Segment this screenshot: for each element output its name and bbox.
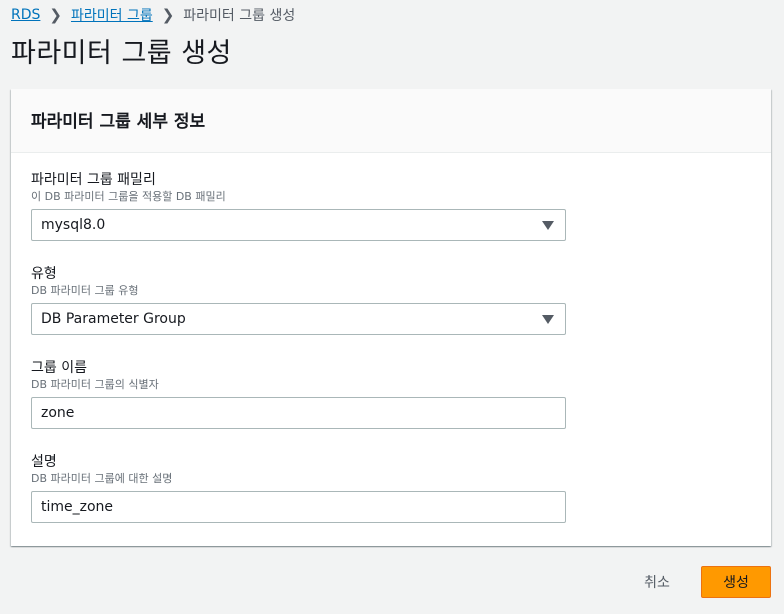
field-label: 그룹 이름 bbox=[31, 360, 87, 376]
breadcrumb-link-rds[interactable]: RDS bbox=[11, 7, 40, 23]
breadcrumb: RDS ❯ 파라미터 그룹 ❯ 파라미터 그룹 생성 bbox=[11, 5, 295, 25]
select-value: DB Parameter Group bbox=[41, 311, 186, 327]
field-label: 설명 bbox=[31, 454, 57, 470]
field-parameter-group-family: 파라미터 그룹 패밀리 이 DB 파라미터 그룹을 적용할 DB 패밀리 mys… bbox=[31, 171, 566, 241]
field-label: 유형 bbox=[31, 266, 57, 282]
input-value: zone bbox=[41, 405, 75, 421]
field-type: 유형 DB 파라미터 그룹 유형 DB Parameter Group bbox=[31, 265, 566, 335]
parameter-group-family-select[interactable]: mysql8.0 bbox=[31, 209, 566, 241]
chevron-right-icon: ❯ bbox=[161, 6, 175, 24]
group-name-input[interactable]: zone bbox=[31, 397, 566, 429]
field-description: DB 파라미터 그룹에 대한 설명 bbox=[31, 472, 173, 485]
field-description-input: 설명 DB 파라미터 그룹에 대한 설명 time_zone bbox=[31, 453, 566, 523]
select-value: mysql8.0 bbox=[41, 217, 106, 233]
create-button[interactable]: 생성 bbox=[701, 566, 771, 598]
caret-down-icon bbox=[542, 315, 554, 324]
page-title: 파라미터 그룹 생성 bbox=[11, 38, 232, 69]
field-description: 이 DB 파라미터 그룹을 적용할 DB 패밀리 bbox=[31, 190, 226, 203]
field-label: 파라미터 그룹 패밀리 bbox=[31, 172, 156, 188]
field-description: DB 파라미터 그룹 유형 bbox=[31, 284, 139, 297]
panel-header: 파라미터 그룹 세부 정보 bbox=[11, 89, 771, 153]
type-select[interactable]: DB Parameter Group bbox=[31, 303, 566, 335]
chevron-right-icon: ❯ bbox=[49, 6, 62, 24]
caret-down-icon bbox=[542, 221, 554, 230]
description-input[interactable]: time_zone bbox=[31, 491, 566, 523]
field-description: DB 파라미터 그룹의 식별자 bbox=[31, 378, 159, 391]
panel-title: 파라미터 그룹 세부 정보 bbox=[31, 112, 206, 132]
breadcrumb-current: 파라미터 그룹 생성 bbox=[183, 8, 296, 24]
input-value: time_zone bbox=[41, 499, 114, 515]
cancel-button[interactable]: 취소 bbox=[630, 566, 684, 598]
breadcrumb-link-parameter-groups[interactable]: 파라미터 그룹 bbox=[71, 5, 153, 25]
parameter-group-details-panel: 파라미터 그룹 세부 정보 파라미터 그룹 패밀리 이 DB 파라미터 그룹을 … bbox=[11, 89, 771, 546]
field-group-name: 그룹 이름 DB 파라미터 그룹의 식별자 zone bbox=[31, 359, 566, 429]
